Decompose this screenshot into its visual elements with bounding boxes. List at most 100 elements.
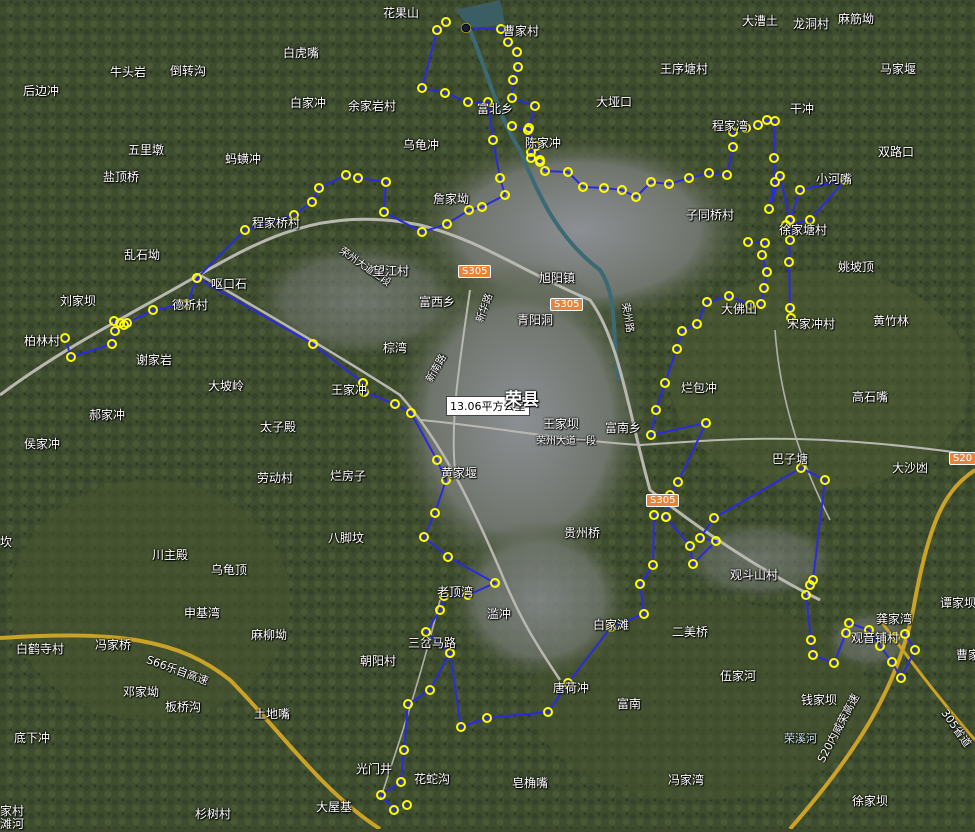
place-label: 五里墩 xyxy=(128,143,165,157)
place-label: 富南乡 xyxy=(605,421,642,435)
place-label: 白家滩 xyxy=(593,618,630,632)
place-label: 龙洞村 xyxy=(793,17,830,31)
route-shield-s305: S305 xyxy=(646,494,680,507)
place-label: 徐家坝 xyxy=(852,794,889,808)
place-label: 陈家冲 xyxy=(525,136,562,150)
place-label: 滩河 xyxy=(0,817,25,831)
place-label: 大垭口 xyxy=(596,95,633,109)
place-label: 花果山 xyxy=(383,6,420,20)
place-label: 板桥沟 xyxy=(165,700,202,714)
place-label: 申基湾 xyxy=(184,606,221,620)
place-label: 蚂蟥冲 xyxy=(225,152,262,166)
place-label: 王家冲 xyxy=(331,383,368,397)
place-label: 杉树村 xyxy=(195,807,232,821)
city-label: 荣县 xyxy=(505,390,539,410)
place-label: 乱石坳 xyxy=(124,248,161,262)
place-label: 倒转沟 xyxy=(170,64,207,78)
place-label: 冯家桥 xyxy=(95,638,132,652)
place-label: 二美桥 xyxy=(672,625,709,639)
place-label: 王序塘村 xyxy=(660,62,709,76)
place-label: 麻筋坳 xyxy=(838,12,875,26)
place-label: 黄竹林 xyxy=(873,314,910,328)
place-label: 柏林村 xyxy=(24,334,61,348)
place-label: 徐家塘村 xyxy=(779,223,828,237)
place-label: 唐荷冲 xyxy=(553,681,590,695)
place-label: 光门井 xyxy=(356,762,393,776)
place-label: 朝阳村 xyxy=(360,654,397,668)
place-label: 大漕土 xyxy=(742,14,779,28)
place-label: 干冲 xyxy=(790,102,815,116)
place-label: 花蛇沟 xyxy=(414,772,451,786)
place-label: 邓家坳 xyxy=(123,685,160,699)
place-label: 侯家冲 xyxy=(24,437,61,451)
place-label: 富北乡 xyxy=(477,102,514,116)
place-label: 底下冲 xyxy=(14,731,51,745)
place-label: 八脚坟 xyxy=(328,531,365,545)
place-label: 曹家村 xyxy=(503,24,540,38)
place-label: 老顶湾 xyxy=(437,585,474,599)
start-vertex[interactable] xyxy=(461,23,471,33)
place-label: 谢家岩 xyxy=(136,353,173,367)
place-label: 盐顶桥 xyxy=(103,170,140,184)
place-label: 土地嘴 xyxy=(254,707,291,721)
road-label: 荣州大道一段 xyxy=(536,436,596,447)
place-label: 马家堰 xyxy=(880,62,917,76)
place-label: 旭阳镇 xyxy=(539,271,576,285)
place-label: 大坡岭 xyxy=(208,379,245,393)
route-shield-s305: S305 xyxy=(458,265,492,278)
place-label: 观音铺村 xyxy=(851,631,900,645)
place-label: 姚坡顶 xyxy=(838,260,875,274)
urban-area xyxy=(450,520,630,680)
place-label: 川主殿 xyxy=(152,548,189,562)
place-label: 烂房子 xyxy=(330,469,367,483)
place-label: 三岔马路 xyxy=(408,636,457,650)
place-label: 呕口石 xyxy=(211,277,248,291)
place-label: 伍家河 xyxy=(720,669,757,683)
place-label: 大屋基 xyxy=(316,800,353,814)
place-label: 龚家湾 xyxy=(876,612,913,626)
place-label: 钱家坝 xyxy=(801,693,838,707)
place-label: 坎 xyxy=(0,535,13,549)
place-label: 冯家湾 xyxy=(668,773,705,787)
place-label: 高石嘴 xyxy=(852,390,889,404)
route-shield-s20: S20 xyxy=(949,452,975,465)
place-label: 程家桥村 xyxy=(252,216,301,230)
place-label: 贵州桥 xyxy=(564,526,601,540)
place-label: 望江村 xyxy=(373,264,410,278)
place-label: 滥冲 xyxy=(487,607,512,621)
place-label: 谭家坝 xyxy=(940,596,975,610)
place-label: 白家冲 xyxy=(290,96,327,110)
place-label: 牛头岩 xyxy=(110,65,147,79)
place-label: 乌龟顶 xyxy=(211,563,248,577)
place-label: 子同桥村 xyxy=(686,208,735,222)
place-label: 詹家坳 xyxy=(433,192,470,206)
place-label: 白鹤寺村 xyxy=(16,642,65,656)
place-label: 小河嘴 xyxy=(816,172,853,186)
place-label: 程家湾 xyxy=(712,119,749,133)
place-label: 富南 xyxy=(617,697,642,711)
place-label: 白虎嘴 xyxy=(283,46,320,60)
place-label: 麻柳坳 xyxy=(251,628,288,642)
place-label: 宋家冲村 xyxy=(787,317,836,331)
place-label: 劳动村 xyxy=(257,471,294,485)
place-label: 余家岩村 xyxy=(348,99,397,113)
place-label: 巴子塘 xyxy=(772,452,809,466)
place-label: 烂包冲 xyxy=(681,381,718,395)
place-label: 德析村 xyxy=(172,298,209,312)
river-label: 荣溪河 xyxy=(784,732,817,745)
place-label: 刘家坝 xyxy=(60,294,97,308)
place-label: 曹家 xyxy=(956,648,975,662)
place-label: 双路口 xyxy=(878,145,915,159)
place-label: 大沙凼 xyxy=(892,461,929,475)
place-label: 观斗山村 xyxy=(730,568,779,582)
place-label: 棕湾 xyxy=(383,341,408,355)
place-label: 乌龟冲 xyxy=(403,138,440,152)
place-label: 黄家堰 xyxy=(441,466,478,480)
place-label: 富西乡 xyxy=(419,295,456,309)
place-label: 青阳洞 xyxy=(517,313,554,327)
place-label: 郝家冲 xyxy=(89,408,126,422)
place-label: 后边冲 xyxy=(23,84,60,98)
place-label: 皂桷嘴 xyxy=(512,776,549,790)
route-shield-s305: S305 xyxy=(550,298,584,311)
place-label: 大佛山 xyxy=(721,302,758,316)
